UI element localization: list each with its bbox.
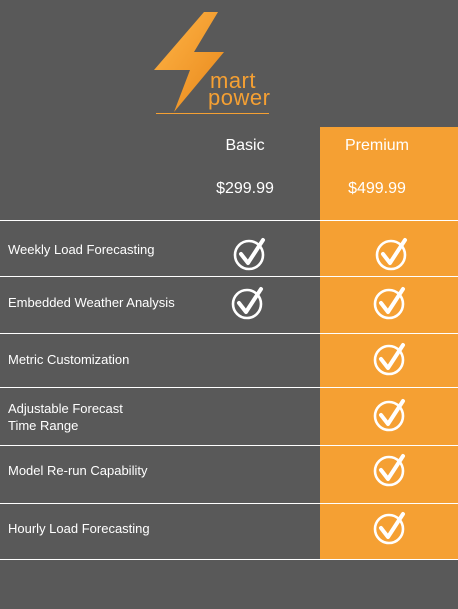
check-circle-icon xyxy=(233,237,267,271)
feature-table: Weekly Load Forecasting Embedded Weather… xyxy=(0,220,458,559)
check-circle-icon xyxy=(375,237,409,271)
check-circle-icon xyxy=(231,398,265,432)
plan-name-basic: Basic xyxy=(225,137,265,154)
check-circle-icon xyxy=(373,286,407,320)
feature-row: Metric Customization xyxy=(0,333,458,387)
check-circle-icon xyxy=(373,453,407,487)
check-circle-icon xyxy=(231,453,265,487)
check-circle-icon xyxy=(231,511,265,545)
check-circle-icon xyxy=(373,511,407,545)
feature-row: Embedded Weather Analysis xyxy=(0,276,458,333)
feature-label: Adjustable Forecast Time Range xyxy=(8,401,123,433)
feature-row: Hourly Load Forecasting xyxy=(0,503,458,559)
feature-row: Model Re-run Capability xyxy=(0,445,458,503)
plan-name-premium: Premium xyxy=(344,137,409,154)
check-circle-icon xyxy=(373,342,407,376)
plan-price-premium: $499.99 xyxy=(348,180,406,197)
check-circle-icon xyxy=(231,343,265,377)
smartpower-logo: mart power xyxy=(150,12,275,118)
feature-label: Hourly Load Forecasting xyxy=(8,521,150,536)
feature-label: Weekly Load Forecasting xyxy=(8,242,155,257)
check-circle-icon xyxy=(231,286,265,320)
table-bottom-divider xyxy=(0,559,458,560)
feature-label: Metric Customization xyxy=(8,352,130,367)
logo-text-line2: power xyxy=(208,85,271,110)
feature-label: Embedded Weather Analysis xyxy=(8,295,175,310)
feature-label: Model Re-run Capability xyxy=(8,463,148,478)
feature-row: Weekly Load Forecasting xyxy=(0,220,458,276)
feature-row: Adjustable Forecast Time Range xyxy=(0,387,458,445)
logo-underline xyxy=(156,113,269,114)
plan-price-basic: $299.99 xyxy=(216,180,274,197)
check-circle-icon xyxy=(373,398,407,432)
